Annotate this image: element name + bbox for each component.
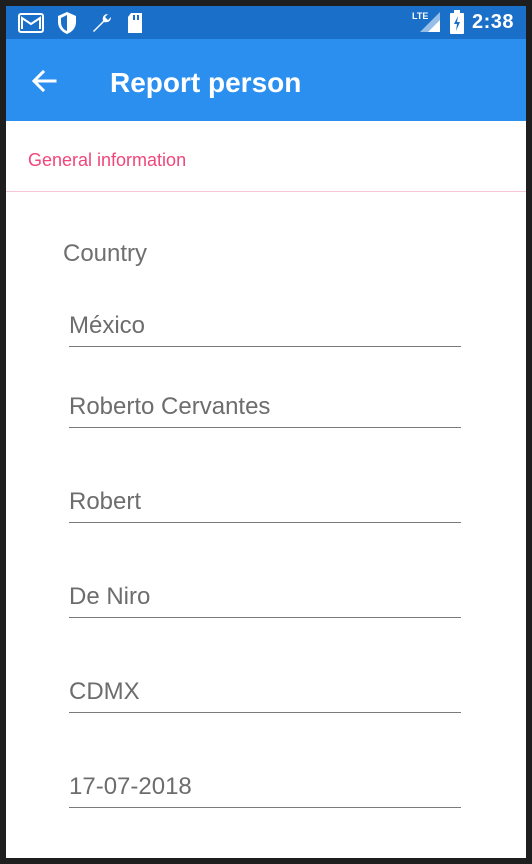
shield-icon <box>58 12 76 34</box>
page-title: Report person <box>110 67 302 98</box>
full-name-field[interactable]: Roberto Cervantes <box>69 387 461 428</box>
first-name-field-value: Robert <box>69 488 142 515</box>
battery-icon <box>449 10 464 34</box>
arrow-left-icon <box>31 69 57 93</box>
date-field[interactable]: 17-07-2018 <box>69 767 461 808</box>
sd-card-icon <box>128 13 142 33</box>
country-field-value: México <box>69 312 146 339</box>
screen: LTE 2:38 Report person General informati… <box>6 6 526 858</box>
last-name-field[interactable]: De Niro <box>69 577 461 618</box>
country-field[interactable]: México <box>69 306 461 347</box>
full-name-field-value: Roberto Cervantes <box>69 393 271 420</box>
date-field-value: 17-07-2018 <box>69 773 192 800</box>
section-header: General information <box>6 121 526 192</box>
lte-signal-icon: LTE <box>412 11 440 32</box>
city-field[interactable]: CDMX <box>69 672 461 713</box>
last-name-field-value: De Niro <box>69 583 151 610</box>
city-field-value: CDMX <box>69 678 140 705</box>
status-bar: LTE 2:38 <box>6 6 526 39</box>
country-label: Country <box>63 240 148 267</box>
status-icons <box>18 11 144 35</box>
status-right: LTE 2:38 <box>412 10 514 34</box>
first-name-field[interactable]: Robert <box>69 482 461 523</box>
gmail-icon <box>18 13 44 33</box>
section-label: General information <box>28 150 187 170</box>
app-bar: Report person <box>6 39 526 121</box>
svg-text:LTE: LTE <box>412 11 428 21</box>
back-button[interactable] <box>28 65 60 97</box>
status-time: 2:38 <box>471 10 514 33</box>
wrench-icon <box>93 14 111 32</box>
